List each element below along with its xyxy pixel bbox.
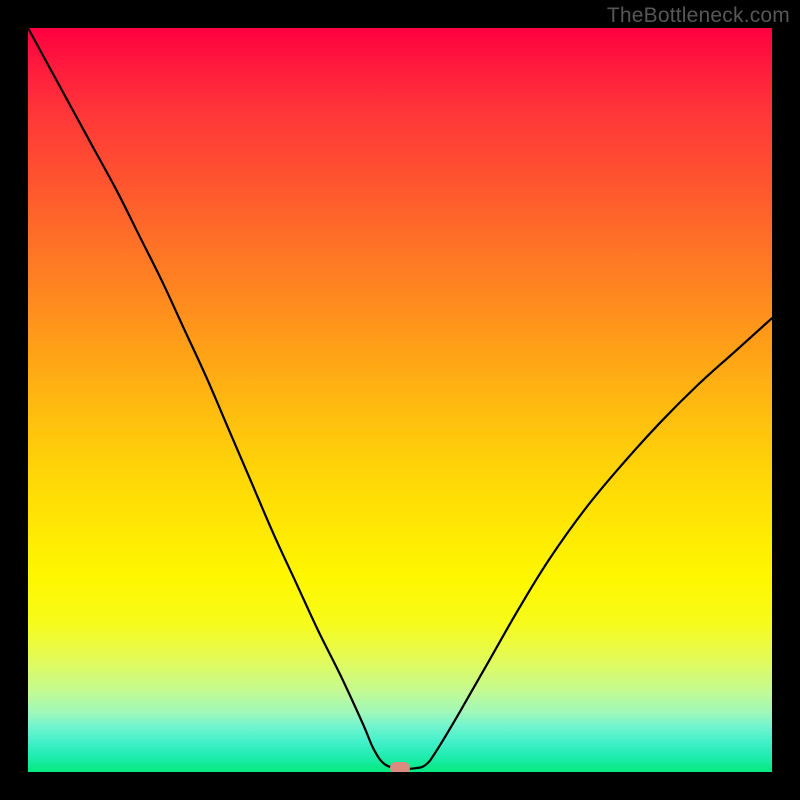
watermark-text: TheBottleneck.com bbox=[607, 4, 790, 28]
chart-stage: TheBottleneck.com bbox=[0, 0, 800, 800]
plot-area bbox=[28, 28, 772, 772]
minimum-marker bbox=[390, 762, 410, 772]
bottleneck-curve-path bbox=[28, 28, 772, 769]
curve-layer bbox=[28, 28, 772, 772]
